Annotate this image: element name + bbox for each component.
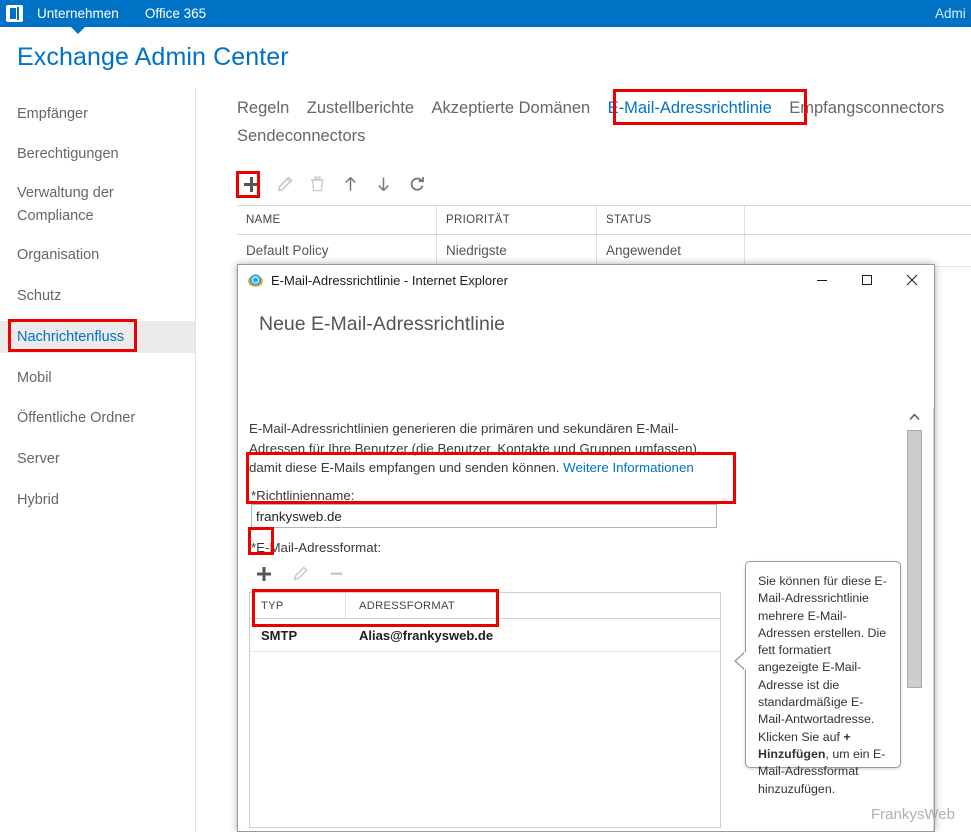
sidebar-item-label: Schutz — [17, 287, 62, 304]
dialog-heading: Neue E-Mail-Adressrichtlinie — [259, 313, 505, 335]
sidebar-item-server[interactable]: Server — [0, 444, 195, 474]
sidebar-item-mobil[interactable]: Mobil — [0, 363, 195, 393]
grid-header-row: NAME PRIORITÄT STATUS — [237, 205, 971, 235]
more-info-link[interactable]: Weitere Informationen — [563, 460, 694, 475]
office-waffle-icon[interactable] — [6, 5, 23, 22]
grid-cell-prioritaet: Niedrigste — [437, 235, 597, 266]
table-row[interactable]: SMTP Alias@frankysweb.de — [250, 619, 720, 652]
move-down-button[interactable] — [370, 171, 397, 197]
sidebar-item-berechtigungen[interactable]: Berechtigungen — [0, 139, 195, 169]
sidebar-item-organisation[interactable]: Organisation — [0, 240, 195, 270]
email-address-policy-grid: NAME PRIORITÄT STATUS Default Policy Nie… — [237, 205, 971, 267]
table-row[interactable]: Default Policy Niedrigste Angewendet — [237, 235, 971, 267]
dialog-window-title: E-Mail-Adressrichtlinie - Internet Explo… — [271, 272, 508, 288]
address-format-column-adressformat[interactable]: ADRESSFORMAT — [346, 593, 720, 618]
maximize-button[interactable] — [844, 265, 889, 295]
remove-address-format-button[interactable] — [323, 561, 349, 586]
tab-akzeptierte-domaenen[interactable]: Akzeptierte Domänen — [432, 94, 591, 122]
callout-text-part1: Sie können für diese E-Mail-Adressrichtl… — [758, 574, 887, 744]
sidebar-item-label: Mobil — [17, 369, 52, 386]
edit-address-format-button[interactable] — [287, 561, 313, 586]
sidebar-item-schutz[interactable]: Schutz — [0, 281, 195, 311]
dialog-scrollbar[interactable] — [905, 408, 923, 831]
sidebar-item-label: Organisation — [17, 246, 100, 263]
address-format-cell-typ: SMTP — [261, 627, 298, 643]
dialog-title-bar[interactable]: E-Mail-Adressrichtlinie - Internet Explo… — [238, 265, 934, 295]
sidebar-item-label: Verwaltung der Compliance — [17, 185, 114, 224]
address-format-label: *E-Mail-Adressformat: — [251, 540, 382, 555]
sidebar-item-nachrichtenfluss[interactable]: Nachrichtenfluss — [0, 321, 195, 353]
callout-text: Sie können für diese E-Mail-Adressrichtl… — [746, 562, 900, 798]
sidebar-item-oeffentliche-ordner[interactable]: Öffentliche Ordner — [0, 403, 195, 433]
address-format-column-typ[interactable]: TYP — [250, 593, 346, 618]
close-button[interactable] — [889, 265, 934, 295]
sidebar-item-verwaltung-der-compliance[interactable]: Verwaltung der Compliance — [0, 179, 195, 231]
grid-column-prioritaet[interactable]: PRIORITÄT — [437, 206, 597, 234]
dialog-description: E-Mail-Adressrichtlinien generieren die … — [249, 419, 719, 478]
sidebar-item-label: Berechtigungen — [17, 145, 119, 162]
address-format-cell-adressformat: Alias@frankysweb.de — [359, 627, 494, 643]
suitebar-link-office365[interactable]: Office 365 — [145, 0, 206, 27]
grid-column-name[interactable]: NAME — [237, 206, 437, 234]
sidebar-item-label: Empfänger — [17, 105, 88, 122]
watermark: FrankysWeb — [871, 806, 955, 823]
grid-cell-extra — [745, 235, 971, 266]
sidebar-item-label: Öffentliche Ordner — [17, 409, 136, 426]
scrollbar-track[interactable] — [906, 425, 923, 831]
window-controls — [799, 265, 934, 295]
policy-name-label: *Richtlinienname: — [251, 488, 355, 503]
tab-row-primary: Regeln Zustellberichte Akzeptierte Domän… — [237, 94, 971, 122]
address-format-header-row: TYP ADRESSFORMAT — [250, 593, 720, 619]
grid-toolbar — [238, 171, 436, 197]
internet-explorer-icon — [248, 273, 263, 287]
grid-cell-status: Angewendet — [597, 235, 745, 266]
address-format-toolbar — [251, 561, 359, 586]
sidebar-item-hybrid[interactable]: Hybrid — [0, 485, 195, 515]
grid-cell-name: Default Policy — [237, 235, 437, 266]
sidebar-item-label: Hybrid — [17, 491, 59, 508]
suitebar-user-menu[interactable]: Admi — [935, 0, 971, 27]
scrollbar-thumb[interactable] — [907, 430, 922, 688]
tab-sendeconnectors[interactable]: Sendeconnectors — [237, 122, 365, 150]
add-button[interactable] — [238, 171, 265, 197]
refresh-button[interactable] — [403, 171, 430, 197]
sidebar: Empfänger Berechtigungen Verwaltung der … — [0, 88, 196, 832]
page-title: Exchange Admin Center — [17, 43, 289, 71]
info-callout: Sie können für diese E-Mail-Adressrichtl… — [736, 561, 901, 796]
address-format-table: TYP ADRESSFORMAT SMTP Alias@frankysweb.d… — [249, 592, 721, 828]
sidebar-item-empfaenger[interactable]: Empfänger — [0, 99, 195, 129]
dialog-content-divider — [933, 408, 934, 831]
office365-suite-bar: Unternehmen Office 365 Admi — [0, 0, 971, 27]
app-root: Unternehmen Office 365 Admi Exchange Adm… — [0, 0, 971, 832]
tab-row-secondary: Sendeconnectors — [237, 122, 971, 150]
sidebar-item-label: Server — [17, 450, 60, 467]
tab-zustellberichte[interactable]: Zustellberichte — [307, 94, 414, 122]
policy-name-input[interactable] — [251, 504, 717, 528]
callout-tail-icon — [736, 652, 746, 670]
tab-bar: Regeln Zustellberichte Akzeptierte Domän… — [237, 94, 971, 150]
suitebar-active-notch — [71, 27, 85, 34]
scroll-up-icon[interactable] — [906, 408, 923, 425]
tab-regeln[interactable]: Regeln — [237, 94, 289, 122]
tab-email-adressrichtlinie[interactable]: E-Mail-Adressrichtlinie — [608, 94, 772, 122]
tab-empfangsconnectors[interactable]: Empfangsconnectors — [789, 94, 944, 122]
suitebar-link-unternehmen[interactable]: Unternehmen — [37, 0, 119, 27]
grid-column-status[interactable]: STATUS — [597, 206, 745, 234]
edit-button[interactable] — [271, 171, 298, 197]
add-address-format-button[interactable] — [251, 561, 277, 586]
grid-column-extra — [745, 206, 971, 234]
minimize-button[interactable] — [799, 265, 844, 295]
sidebar-item-label: Nachrichtenfluss — [17, 328, 125, 345]
delete-button[interactable] — [304, 171, 331, 197]
move-up-button[interactable] — [337, 171, 364, 197]
